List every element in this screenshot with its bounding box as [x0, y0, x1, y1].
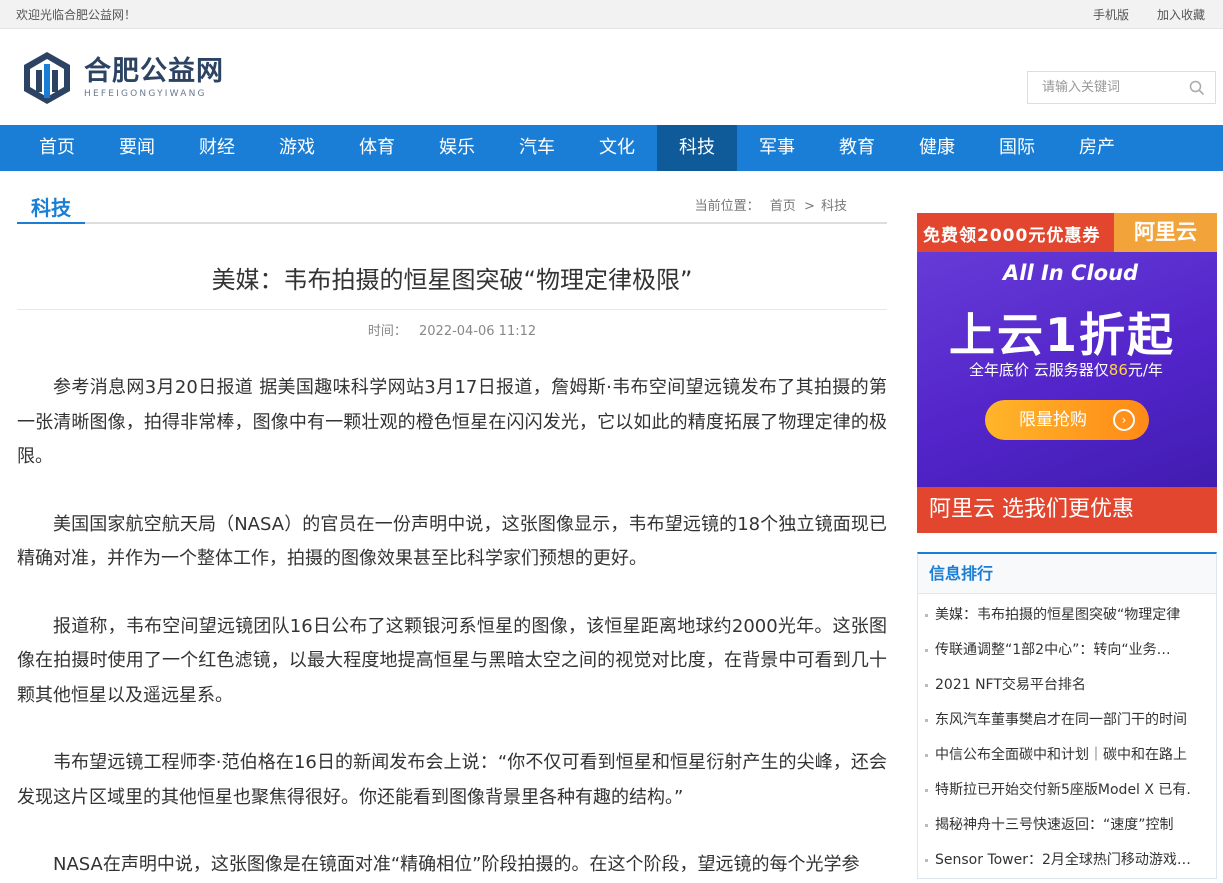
nav-item[interactable]: 体育 [337, 125, 417, 171]
ad-subtext: 全年底价 云服务器仅86元/年 [969, 359, 1163, 380]
publish-time: 2022-04-06 11:12 [419, 324, 537, 339]
logo-name: 合肥公益网 [84, 56, 224, 87]
breadcrumb-current[interactable]: 科技 [821, 199, 847, 214]
logo-mark-icon [24, 52, 70, 104]
nav-item[interactable]: 文化 [577, 125, 657, 171]
top-bar: 欢迎光临合肥公益网！ 手机版 加入收藏 [0, 0, 1223, 29]
ad-price: 86 [1108, 361, 1128, 379]
ad-buy-button[interactable]: 限量抢购 › [985, 400, 1149, 440]
ad-brand: 阿里云 [1114, 213, 1217, 252]
mobile-version-link[interactable]: 手机版 [1093, 6, 1129, 23]
site-header: 合肥公益网 HEFEIGONGYIWANG [0, 29, 1223, 125]
ranking-item[interactable]: 特斯拉已开始交付新5座版Model X 已有. [924, 773, 1212, 808]
ad-top-strip: 免费领2000元优惠券 阿里云 [917, 213, 1217, 252]
ad-slogan: All In Cloud [1003, 261, 1139, 285]
nav-item[interactable]: 游戏 [257, 125, 337, 171]
search-box [1027, 71, 1216, 104]
nav-item[interactable]: 娱乐 [417, 125, 497, 171]
category-bar: 科技 当前位置： 首页 > 科技 [17, 171, 887, 224]
search-icon[interactable] [1189, 80, 1205, 96]
ranking-item[interactable]: 揭秘神舟十三号快速返回：“速度”控制 [924, 808, 1212, 843]
logo-pinyin: HEFEIGONGYIWANG [84, 89, 207, 99]
ranking-panel: 信息排行 美媒：韦布拍摄的恒星图突破“物理定律 传联通调整“1部2中心”：转向“业… [917, 552, 1217, 879]
ranking-item[interactable]: Sensor Tower：2月全球热门移动游戏… [924, 843, 1212, 878]
ranking-item[interactable]: 东风汽车董事樊启才在同一部门干的时间 [924, 703, 1212, 738]
ranking-item[interactable]: 2021 NFT交易平台排名 [924, 668, 1212, 703]
breadcrumb-label: 当前位置： [694, 199, 760, 214]
site-logo[interactable]: 合肥公益网 HEFEIGONGYIWANG [22, 50, 224, 106]
ad-sub-suffix: 元/年 [1127, 361, 1163, 379]
nav-item[interactable]: 国际 [977, 125, 1057, 171]
sidebar: 免费领2000元优惠券 阿里云 All In Cloud 上云1折起 全年底价 … [917, 213, 1217, 879]
ranking-item[interactable]: 美媒：韦布拍摄的恒星图突破“物理定律 [924, 598, 1212, 633]
ranking-item[interactable]: 传联通调整“1部2中心”：转向“业务… [924, 633, 1212, 668]
main-content: 科技 当前位置： 首页 > 科技 美媒：韦布拍摄的恒星图突破“物理定律极限” 时… [17, 171, 887, 883]
article-paragraph: 美国国家航空航天局（NASA）的官员在一份声明中说，这张图像显示，韦布望远镜的1… [17, 513, 887, 570]
add-favorite-link[interactable]: 加入收藏 [1157, 6, 1205, 23]
nav-item[interactable]: 科技 [657, 125, 737, 171]
ranking-list: 美媒：韦布拍摄的恒星图突破“物理定律 传联通调整“1部2中心”：转向“业务… 202… [918, 594, 1216, 878]
breadcrumb-separator: > [803, 199, 815, 214]
time-label: 时间： [367, 324, 407, 339]
article-title: 美媒：韦布拍摄的恒星图突破“物理定律极限” [211, 266, 693, 294]
breadcrumb-home[interactable]: 首页 [770, 199, 796, 214]
chevron-right-icon: › [1113, 409, 1135, 431]
welcome-text: 欢迎光临合肥公益网！ [16, 8, 137, 22]
breadcrumb: 当前位置： 首页 > 科技 [695, 195, 847, 214]
nav-item[interactable]: 教育 [817, 125, 897, 171]
ranking-item[interactable]: 中信公布全面碳中和计划｜碳中和在路上 [924, 738, 1212, 773]
nav-item[interactable]: 健康 [897, 125, 977, 171]
search-input[interactable] [1028, 72, 1178, 103]
nav-item[interactable]: 房产 [1057, 125, 1137, 171]
article-paragraph: NASA在声明中说，这张图像是在镜面对准“精确相位”阶段拍摄的。在这个阶段，望远… [53, 854, 860, 875]
article-meta: 时间： 2022-04-06 11:12 [17, 320, 887, 339]
nav-item[interactable]: 要闻 [97, 125, 177, 171]
article-paragraph: 参考消息网3月20日报道 据美国趣味科学网站3月17日报道，詹姆斯·韦布空间望远… [17, 377, 887, 467]
title-divider [17, 309, 887, 310]
ad-bottom-strip: 阿里云 选我们更优惠 [917, 487, 1217, 533]
article-body: 参考消息网3月20日报道 据美国趣味科学网站3月17日报道，詹姆斯·韦布空间望远… [17, 371, 887, 883]
main-nav: 首页 要闻 财经 游戏 体育 娱乐 汽车 文化 科技 军事 教育 健康 国际 房产 [0, 125, 1223, 171]
aliyun-ad-banner[interactable]: 免费领2000元优惠券 阿里云 All In Cloud 上云1折起 全年底价 … [917, 213, 1217, 533]
nav-item[interactable]: 首页 [17, 125, 97, 171]
nav-item[interactable]: 汽车 [497, 125, 577, 171]
ad-button-label: 限量抢购 [1019, 410, 1087, 430]
top-links: 手机版 加入收藏 [1093, 6, 1205, 23]
category-title: 科技 [17, 192, 85, 224]
article-paragraph: 韦布望远镜工程师李·范伯格在16日的新闻发布会上说：“你不仅可看到恒星和恒星衍射… [17, 752, 887, 808]
nav-item[interactable]: 财经 [177, 125, 257, 171]
nav-item[interactable]: 军事 [737, 125, 817, 171]
ranking-title: 信息排行 [918, 554, 1216, 594]
ad-coupon-text: 免费领2000元优惠券 [923, 226, 1101, 246]
ad-sub-prefix: 全年底价 云服务器仅 [969, 361, 1109, 379]
article-paragraph: 报道称，韦布空间望远镜团队16日公布了这颗银河系恒星的图像，该恒星距离地球约20… [17, 615, 887, 706]
ad-headline: 上云1折起 [949, 308, 1176, 362]
